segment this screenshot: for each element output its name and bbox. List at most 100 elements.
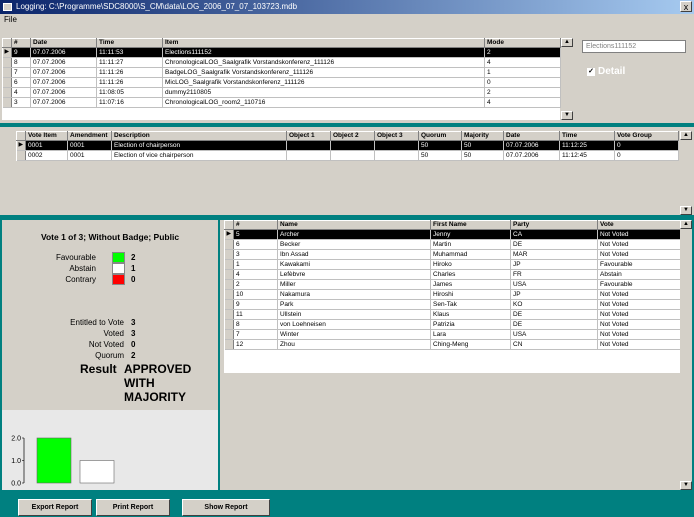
log-col-header[interactable]: Time: [96, 38, 163, 48]
menu-file[interactable]: File: [4, 15, 17, 24]
votes-col-header[interactable]: Amendment: [67, 131, 112, 141]
delegates-row[interactable]: 3 Ibn Assad Muhammad MAR Not Voted: [224, 249, 681, 260]
delegates-col-header[interactable]: Party: [510, 220, 598, 230]
row-selector[interactable]: [224, 329, 234, 340]
scroll-down-icon[interactable]: ▼: [680, 481, 692, 490]
row-selector[interactable]: [224, 299, 234, 310]
delegates-col-header[interactable]: First Name: [430, 220, 511, 230]
log-row[interactable]: ▶ 9 07.07.2006 11:11:53 Elections111152 2: [2, 47, 561, 58]
delegates-row[interactable]: 8 von Loehneisen Patrizia DE Not Voted: [224, 319, 681, 330]
votes-col-header[interactable]: Majority: [461, 131, 504, 141]
scroll-down-icon[interactable]: ▼: [561, 111, 573, 120]
delegates-row[interactable]: 6 Becker Martin DE Not Voted: [224, 239, 681, 250]
log-row[interactable]: 7 07.07.2006 11:11:26 BadgeLOG_Saalgrafik V…: [2, 67, 561, 78]
delegates-row[interactable]: 7 Winter Lara USA Not Voted: [224, 329, 681, 340]
votes-col-header[interactable]: Description: [111, 131, 287, 141]
row-selector[interactable]: [224, 309, 234, 320]
current-row-arrow-icon[interactable]: ▶: [16, 140, 26, 151]
log-scrollbar[interactable]: ▲ ▼: [561, 38, 573, 120]
log-cell: 8: [11, 57, 31, 68]
vote-chart-svg: 2.0 1.0 0.0: [11, 436, 115, 488]
scroll-up-icon[interactable]: ▲: [680, 220, 692, 229]
row-selector[interactable]: [16, 150, 26, 161]
votes-col-header[interactable]: Time: [559, 131, 615, 141]
scroll-up-icon[interactable]: ▲: [561, 38, 573, 47]
delegates-row[interactable]: 4 Lefèbvre Charles FR Abstain: [224, 269, 681, 280]
log-col-header[interactable]: Item: [162, 38, 485, 48]
selected-log-field[interactable]: Elections111152: [582, 40, 686, 53]
votes-col-header[interactable]: Date: [503, 131, 560, 141]
detail-checkbox[interactable]: ✓ Detail: [587, 66, 625, 77]
delegates-cell: Favourable: [597, 259, 681, 270]
delegates-col-header[interactable]: #: [233, 220, 278, 230]
row-selector[interactable]: [224, 319, 234, 330]
row-selector[interactable]: [224, 259, 234, 270]
log-cell: 07.07.2006: [30, 67, 97, 78]
log-cell: 07.07.2006: [30, 97, 97, 108]
log-row[interactable]: 4 07.07.2006 11:08:05 dummy2110805 2: [2, 87, 561, 98]
row-selector-header: [16, 131, 26, 141]
delegates-row[interactable]: 12 Zhou Ching-Meng CN Not Voted: [224, 339, 681, 350]
votes-cell: 07.07.2006: [503, 150, 560, 161]
row-selector[interactable]: [2, 57, 12, 68]
current-row-arrow-icon[interactable]: ▶: [224, 229, 234, 240]
row-selector[interactable]: [2, 77, 12, 88]
delegates-col-header[interactable]: Name: [277, 220, 431, 230]
delegates-row[interactable]: 9 Park Sen-Tak KO Not Voted: [224, 299, 681, 310]
delegates-cell: Ullstein: [277, 309, 431, 320]
row-selector[interactable]: [224, 249, 234, 260]
delegates-row[interactable]: 10 Nakamura Hiroshi JP Not Voted: [224, 289, 681, 300]
print-report-button[interactable]: Print Report: [96, 499, 170, 516]
vote-items-scrollbar[interactable]: ▲ ▼: [680, 131, 692, 215]
delegates-cell: Miller: [277, 279, 431, 290]
log-cell: ChronologicalLOG_room2_110716: [162, 97, 485, 108]
delegates-cell: 8: [233, 319, 278, 330]
delegates-cell: Lara: [430, 329, 511, 340]
votes-row[interactable]: ▶ 0001 0001 Election of chairperson 50 50 07.0…: [16, 140, 679, 151]
votes-col-header[interactable]: Vote Item: [25, 131, 68, 141]
delegates-cell: DE: [510, 309, 598, 320]
row-selector[interactable]: [224, 239, 234, 250]
export-report-button[interactable]: Export Report: [18, 499, 92, 516]
delegates-row[interactable]: 11 Ullstein Klaus DE Not Voted: [224, 309, 681, 320]
log-row[interactable]: 6 07.07.2006 11:11:26 MicLOG_Saalgrafik Vor…: [2, 77, 561, 88]
log-col-header[interactable]: Date: [30, 38, 97, 48]
row-selector[interactable]: [224, 279, 234, 290]
entitled-count: 3: [131, 318, 136, 327]
row-selector[interactable]: [2, 87, 12, 98]
votes-col-header[interactable]: Object 3: [374, 131, 419, 141]
row-selector[interactable]: [224, 289, 234, 300]
scroll-up-icon[interactable]: ▲: [680, 131, 692, 140]
show-report-button[interactable]: Show Report: [182, 499, 270, 516]
votes-col-header[interactable]: Object 2: [330, 131, 375, 141]
delegates-cell: Ching-Meng: [430, 339, 511, 350]
votes-col-header[interactable]: Quorum: [418, 131, 462, 141]
row-selector[interactable]: [2, 97, 12, 108]
votes-row[interactable]: 0002 0001 Election of vice chairperson 50 50…: [16, 150, 679, 161]
delegates-scrollbar[interactable]: ▲ ▼: [680, 220, 692, 490]
log-row[interactable]: 8 07.07.2006 11:11:27 ChronologicalLOG_Saal…: [2, 57, 561, 68]
scroll-down-icon[interactable]: ▼: [680, 206, 692, 215]
row-selector[interactable]: [2, 67, 12, 78]
not-voted-label: Not Voted: [88, 340, 124, 349]
votes-col-header[interactable]: Object 1: [286, 131, 331, 141]
delegates-cell: Not Voted: [597, 239, 681, 250]
close-button[interactable]: x: [680, 1, 692, 12]
current-row-arrow-icon[interactable]: ▶: [2, 47, 12, 58]
delegates-row[interactable]: 2 Miller James USA Favourable: [224, 279, 681, 290]
log-row[interactable]: 3 07.07.2006 11:07:16 ChronologicalLOG_room…: [2, 97, 561, 108]
abstain-swatch: [112, 263, 125, 274]
votes-col-header[interactable]: Vote Group: [614, 131, 679, 141]
log-col-header[interactable]: #: [11, 38, 31, 48]
row-selector[interactable]: [224, 339, 234, 350]
log-col-header[interactable]: Mode: [484, 38, 561, 48]
delegates-cell: DE: [510, 319, 598, 330]
delegates-row[interactable]: ▶ 5 Archer Jenny CA Not Voted: [224, 229, 681, 240]
delegates-cell: Archer: [277, 229, 431, 240]
checkmark-icon: ✓: [587, 68, 595, 76]
delegates-col-header[interactable]: Vote: [597, 220, 681, 230]
row-selector[interactable]: [224, 269, 234, 280]
delegates-cell: 11: [233, 309, 278, 320]
delegates-cell: KO: [510, 299, 598, 310]
delegates-row[interactable]: 1 Kawakami Hiroko JP Favourable: [224, 259, 681, 270]
